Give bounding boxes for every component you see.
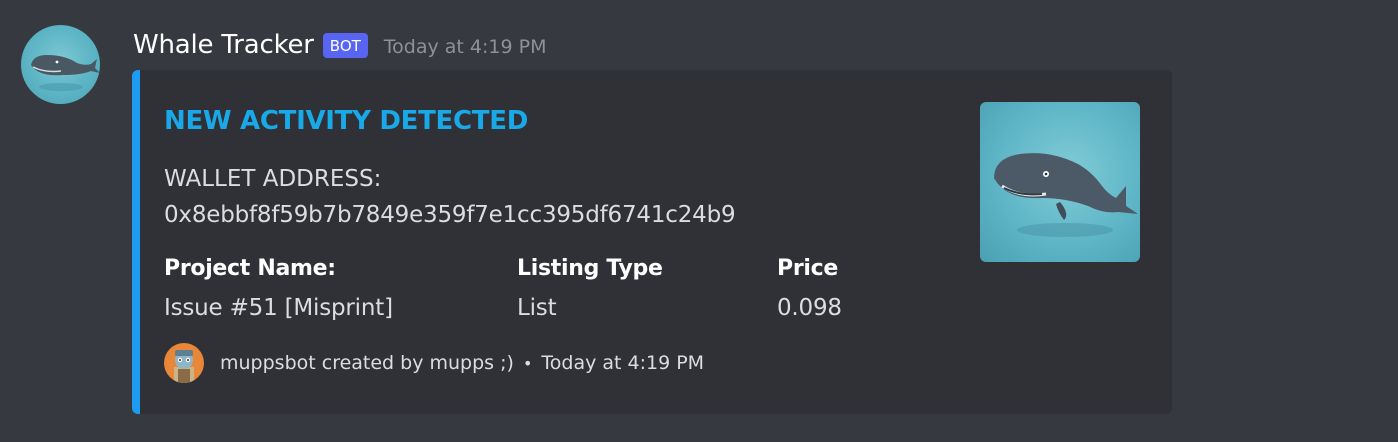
- username[interactable]: Whale Tracker: [133, 30, 314, 60]
- chat-message: Whale Tracker BOT Today at 4:19 PM NEW A…: [0, 0, 1398, 442]
- embed-accent-bar: [132, 70, 140, 414]
- field-value: Issue #51 [Misprint]: [164, 295, 393, 321]
- footer-separator: •: [522, 353, 533, 373]
- field-value: 0.098: [777, 295, 842, 321]
- message-header: Whale Tracker BOT Today at 4:19 PM: [133, 27, 546, 63]
- field-name: Project Name:: [164, 256, 336, 281]
- embed-title: NEW ACTIVITY DETECTED: [164, 106, 528, 136]
- field-listing-type: Listing Type List: [517, 256, 663, 321]
- field-name: Price: [777, 256, 838, 281]
- activity-embed: NEW ACTIVITY DETECTED WALLET ADDRESS: 0x…: [132, 70, 1172, 414]
- field-price: Price 0.098: [777, 256, 842, 321]
- embed-footer: muppsbot created by mupps ;) • Today at …: [164, 343, 704, 383]
- bot-badge: BOT: [322, 32, 368, 58]
- wallet-address-label: WALLET ADDRESS:: [164, 166, 382, 192]
- whale-avatar-icon[interactable]: [21, 25, 100, 104]
- field-name: Listing Type: [517, 256, 663, 281]
- footer-timestamp: Today at 4:19 PM: [541, 352, 705, 374]
- muppsbot-footer-icon: [164, 343, 204, 383]
- field-project-name: Project Name: Issue #51 [Misprint]: [164, 256, 393, 321]
- whale-thumbnail-icon[interactable]: [980, 102, 1140, 262]
- field-value: List: [517, 295, 557, 321]
- wallet-address-value: 0x8ebbf8f59b7b7849e359f7e1cc395df6741c24…: [164, 202, 736, 228]
- footer-text: muppsbot created by mupps ;): [220, 352, 514, 374]
- message-timestamp[interactable]: Today at 4:19 PM: [384, 32, 547, 58]
